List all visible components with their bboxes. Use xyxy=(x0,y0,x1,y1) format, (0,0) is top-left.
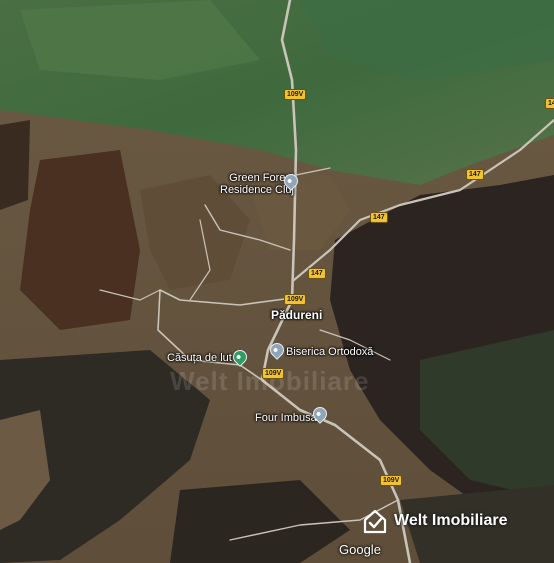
road-shield-147: 147 xyxy=(466,169,484,180)
poi-label-biserica-ortodoxa[interactable]: Biserica Ortodoxă xyxy=(286,346,373,358)
road-shield-109v: 109V xyxy=(284,294,307,305)
road-shield-147: 147 xyxy=(370,212,388,223)
brand-logo: Welt Imobiliare xyxy=(362,508,508,534)
google-attribution: Google xyxy=(339,542,381,557)
poi-label-green-forest[interactable]: Green Forest Residence Cluj xyxy=(220,172,294,196)
poi-label-casuta-de-lut[interactable]: Căsuța de lut xyxy=(167,352,232,364)
satellite-map[interactable]: Welt Imobiliare 109V 109V 109V 109V 147 … xyxy=(0,0,554,563)
road-shield-147-edge: 147 xyxy=(545,98,554,109)
road-shield-109v: 109V xyxy=(284,89,307,100)
brand-name: Welt Imobiliare xyxy=(394,512,508,529)
house-check-icon xyxy=(363,509,387,534)
terrain-layer xyxy=(0,0,554,563)
road-shield-109v: 109V xyxy=(380,475,403,486)
road-shield-109v: 109V xyxy=(262,368,285,379)
forest-area xyxy=(0,120,30,210)
place-label-padureni: Pădureni xyxy=(271,308,323,322)
road-shield-147: 147 xyxy=(308,268,326,279)
